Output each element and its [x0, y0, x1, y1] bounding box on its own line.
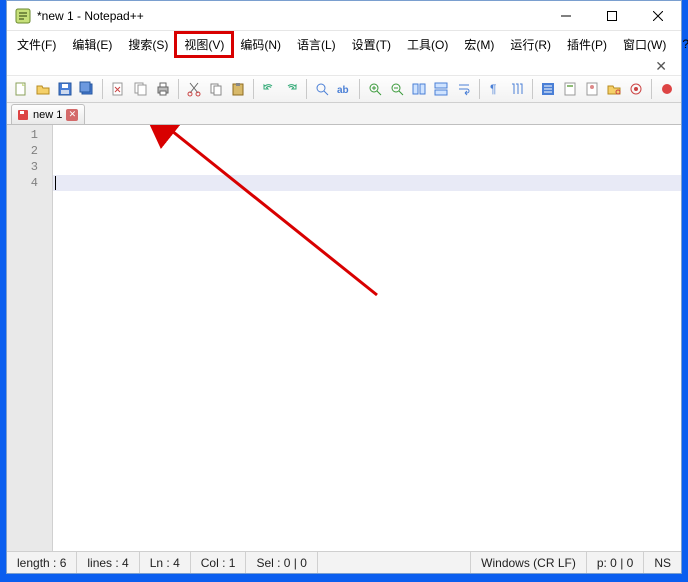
- status-length: length : 6: [7, 552, 77, 573]
- tab-close-icon[interactable]: ✕: [66, 109, 78, 121]
- menu-settings[interactable]: 设置(T): [344, 33, 399, 56]
- close-document-x[interactable]: ✕: [7, 57, 681, 75]
- show-all-chars-button[interactable]: ¶: [485, 78, 505, 100]
- zoom-in-button[interactable]: [365, 78, 385, 100]
- menu-help[interactable]: ?: [674, 34, 688, 54]
- copy-button[interactable]: [206, 78, 226, 100]
- menu-plugins[interactable]: 插件(P): [559, 33, 615, 56]
- save-all-button[interactable]: [77, 78, 97, 100]
- svg-text:ab: ab: [337, 85, 349, 96]
- editor-area: 1 2 3 4: [7, 125, 681, 551]
- app-icon: [15, 8, 31, 24]
- menu-bar: 文件(F) 编辑(E) 搜索(S) 视图(V) 编码(N) 语言(L) 设置(T…: [7, 31, 681, 57]
- menu-tools[interactable]: 工具(O): [399, 33, 456, 56]
- window-title: *new 1 - Notepad++: [37, 9, 543, 23]
- minimize-button[interactable]: [543, 1, 589, 30]
- svg-text:¶: ¶: [490, 82, 496, 96]
- line-number: 4: [7, 175, 52, 191]
- zoom-out-button[interactable]: [387, 78, 407, 100]
- toolbar: ab ¶: [7, 75, 681, 103]
- status-sel: Sel : 0 | 0: [246, 552, 317, 573]
- window-controls: [543, 1, 681, 30]
- maximize-button[interactable]: [589, 1, 635, 30]
- redo-button[interactable]: [281, 78, 301, 100]
- document-tab[interactable]: new 1 ✕: [11, 104, 85, 124]
- menu-window[interactable]: 窗口(W): [615, 33, 674, 56]
- current-line-highlight: [53, 175, 681, 191]
- func-list-button[interactable]: [582, 78, 602, 100]
- caret: [55, 176, 56, 190]
- window-frame: *new 1 - Notepad++ 文件(F) 编辑(E) 搜索(S) 视图(…: [6, 0, 682, 574]
- menu-language[interactable]: 语言(L): [289, 33, 344, 56]
- find-button[interactable]: [312, 78, 332, 100]
- menu-macro[interactable]: 宏(M): [456, 33, 502, 56]
- lang-user-button[interactable]: [538, 78, 558, 100]
- paste-button[interactable]: [228, 78, 248, 100]
- menu-view[interactable]: 视图(V): [176, 33, 232, 56]
- status-lines: lines : 4: [77, 552, 139, 573]
- new-file-button[interactable]: [11, 78, 31, 100]
- sync-v-button[interactable]: [409, 78, 429, 100]
- status-eol[interactable]: Windows (CR LF): [471, 552, 587, 573]
- menu-file[interactable]: 文件(F): [9, 33, 64, 56]
- line-number: 2: [7, 143, 52, 159]
- sync-h-button[interactable]: [431, 78, 451, 100]
- menu-encoding[interactable]: 编码(N): [232, 33, 289, 56]
- save-button[interactable]: [55, 78, 75, 100]
- status-extra: p: 0 | 0: [587, 552, 644, 573]
- unsaved-icon: [17, 109, 29, 121]
- line-gutter: 1 2 3 4: [7, 125, 53, 551]
- tab-label: new 1: [33, 109, 62, 121]
- cut-button[interactable]: [184, 78, 204, 100]
- status-bar: length : 6 lines : 4 Ln : 4 Col : 1 Sel …: [7, 551, 681, 573]
- title-bar[interactable]: *new 1 - Notepad++: [7, 1, 681, 31]
- close-all-button[interactable]: [130, 78, 150, 100]
- open-file-button[interactable]: [33, 78, 53, 100]
- status-col: Col : 1: [191, 552, 247, 573]
- monitor-button[interactable]: [626, 78, 646, 100]
- status-ln: Ln : 4: [140, 552, 191, 573]
- doc-map-button[interactable]: [560, 78, 580, 100]
- tab-bar: new 1 ✕: [7, 103, 681, 125]
- status-ins[interactable]: NS: [644, 552, 681, 573]
- close-file-button[interactable]: [108, 78, 128, 100]
- line-number: 1: [7, 127, 52, 143]
- replace-button[interactable]: ab: [334, 78, 354, 100]
- indent-guide-button[interactable]: [507, 78, 527, 100]
- menu-edit[interactable]: 编辑(E): [64, 33, 120, 56]
- undo-button[interactable]: [259, 78, 279, 100]
- wordwrap-button[interactable]: [454, 78, 474, 100]
- menu-search[interactable]: 搜索(S): [120, 33, 176, 56]
- menu-run[interactable]: 运行(R): [502, 33, 559, 56]
- close-button[interactable]: [635, 1, 681, 30]
- folder-view-button[interactable]: [604, 78, 624, 100]
- text-editor[interactable]: [53, 125, 681, 551]
- print-button[interactable]: [153, 78, 173, 100]
- record-macro-button[interactable]: [657, 78, 677, 100]
- line-number: 3: [7, 159, 52, 175]
